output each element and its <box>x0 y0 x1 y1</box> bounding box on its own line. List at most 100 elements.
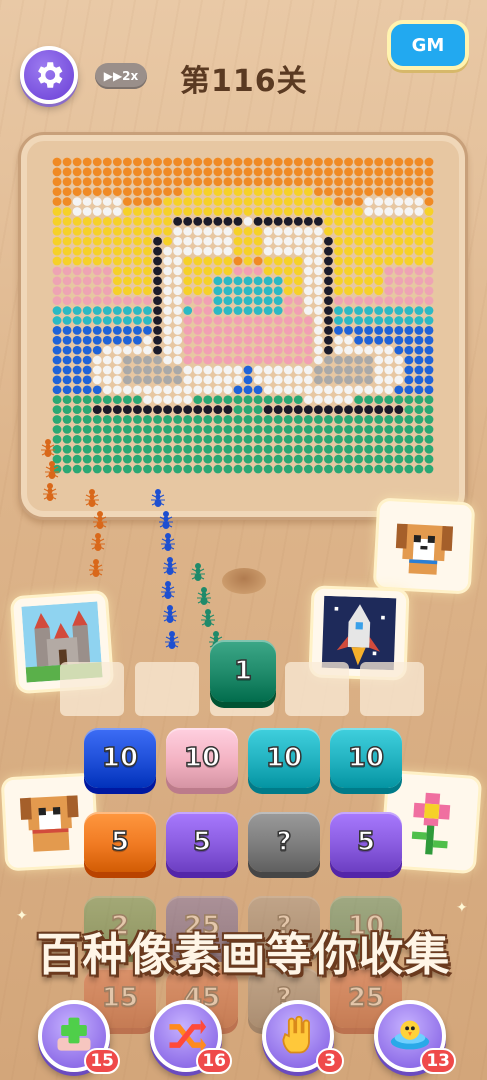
pixel-cell <box>384 415 394 424</box>
pixel-cell <box>273 286 283 296</box>
pixel-cell <box>394 296 404 305</box>
tool-hand[interactable]: 3 <box>262 1000 344 1074</box>
pixel-cell <box>324 306 333 315</box>
pixel-cell <box>213 157 223 167</box>
pixel-cell <box>122 217 132 226</box>
slot-block[interactable]: 1 <box>210 640 276 702</box>
pixel-cell <box>112 405 122 414</box>
pixel-cell <box>183 355 193 365</box>
pixel-cell <box>424 157 434 167</box>
pixel-cell <box>213 444 223 454</box>
pixel-cell <box>122 405 132 414</box>
pixel-cell <box>223 326 233 335</box>
pixel-cell <box>394 286 404 296</box>
tool-add-slot[interactable]: 15 <box>38 1000 120 1074</box>
pixel-cell <box>293 167 303 177</box>
pixel-cell <box>112 434 122 444</box>
pixel-cell <box>72 395 82 405</box>
stack-block[interactable]: 5 <box>330 812 402 872</box>
pixel-cell <box>163 177 173 187</box>
dog-icon <box>19 795 79 852</box>
pixel-cell <box>82 296 92 305</box>
pixel-cell <box>424 395 434 405</box>
pixel-cell <box>72 246 82 256</box>
settings-button[interactable] <box>20 46 78 104</box>
pixel-cell <box>143 296 152 305</box>
pixel-cell <box>213 375 223 385</box>
sparkle-icon: ✦ <box>16 908 28 924</box>
pixel-cell <box>303 187 313 197</box>
pixel-cell <box>414 425 424 434</box>
pixel-cell <box>364 296 374 305</box>
pixel-cell <box>283 207 293 216</box>
tray-slot <box>285 662 349 716</box>
pixel-cell <box>52 246 62 256</box>
pixel-cell <box>354 306 364 315</box>
pixel-cell <box>92 454 102 464</box>
pixel-cell <box>384 167 394 177</box>
stack-block[interactable]: 10 <box>166 728 238 788</box>
pixel-cell <box>233 454 243 464</box>
pixel-cell <box>213 177 223 187</box>
pixel-cell <box>183 365 193 375</box>
pixel-cell <box>334 425 343 434</box>
pixel-cell <box>354 296 364 305</box>
stack-block[interactable]: 10 <box>330 728 402 788</box>
pixel-cell <box>173 177 183 187</box>
pixel-cell <box>133 207 142 216</box>
pixel-cell <box>354 415 364 424</box>
stack-block[interactable]: ? <box>248 812 320 872</box>
tool-shuffle[interactable]: 16 <box>150 1000 232 1074</box>
pixel-cell <box>243 217 253 226</box>
pixel-cell <box>203 177 213 187</box>
pixel-cell <box>293 375 303 385</box>
stack-block[interactable]: 10 <box>84 728 156 788</box>
pixel-cell <box>223 434 233 444</box>
pixel-cell <box>233 157 243 167</box>
card-dog-top <box>375 500 473 592</box>
pixel-cell <box>52 375 62 385</box>
pixel-cell <box>102 197 112 206</box>
pixel-cell <box>153 434 162 444</box>
pixel-cell <box>72 177 82 187</box>
pixel-cell <box>122 464 132 474</box>
pixel-cell <box>243 226 253 236</box>
pixel-cell <box>273 226 283 236</box>
pixel-cell <box>313 246 323 256</box>
pixel-cell <box>394 326 404 335</box>
pixel-cell <box>334 434 343 444</box>
pixel-cell <box>223 246 233 256</box>
pixel-cell <box>82 246 92 256</box>
pixel-cell <box>414 385 424 395</box>
pixel-cell <box>122 197 132 206</box>
pixel-cell <box>263 207 273 216</box>
pixel-cell <box>334 256 343 266</box>
stack-block[interactable]: 5 <box>84 812 156 872</box>
pixel-cell <box>122 375 132 385</box>
pixel-cell <box>303 316 313 325</box>
stack-block[interactable]: 10 <box>248 728 320 788</box>
pixel-cell <box>253 187 263 197</box>
pixel-cell <box>334 385 343 395</box>
gm-button[interactable]: GM <box>387 20 469 70</box>
pixel-cell <box>293 217 303 226</box>
pixel-cell <box>354 326 364 335</box>
pixel-cell <box>82 375 92 385</box>
pixel-cell <box>82 236 92 246</box>
pixel-cell <box>263 167 273 177</box>
pixel-cell <box>424 167 434 177</box>
pixel-cell <box>273 167 283 177</box>
pixel-cell <box>273 335 283 345</box>
pixel-cell <box>173 454 183 464</box>
block-value: 10 <box>347 742 385 774</box>
pixel-cell <box>112 197 122 206</box>
tool-ufo[interactable]: 13 <box>374 1000 456 1074</box>
pixel-cell <box>62 246 72 256</box>
stack-block[interactable]: 5 <box>166 812 238 872</box>
speed-toggle-button[interactable]: ▶▶2x <box>95 63 147 89</box>
pixel-cell <box>394 415 404 424</box>
pixel-cell <box>263 365 273 375</box>
pixel-cell <box>173 207 183 216</box>
pixel-cell <box>354 236 364 246</box>
pixel-cell <box>354 266 364 276</box>
